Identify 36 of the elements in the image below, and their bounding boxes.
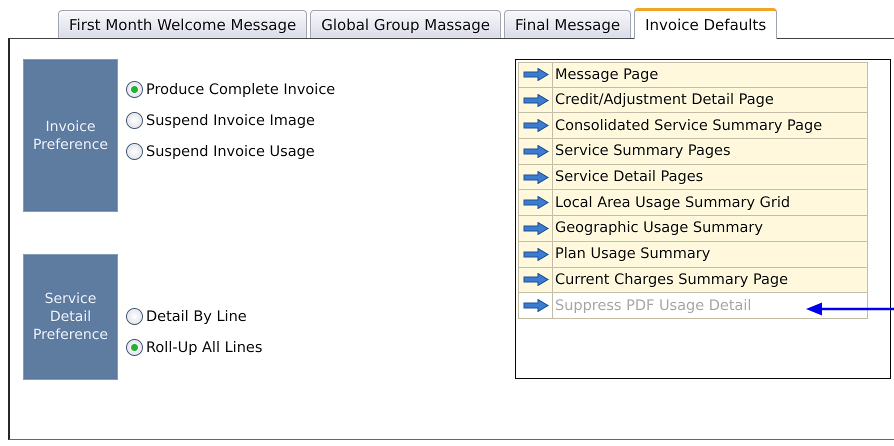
radio-option[interactable]: Detail By Line	[126, 308, 262, 325]
radio-button[interactable]	[126, 81, 143, 98]
radio-option[interactable]: Roll-Up All Lines	[126, 339, 262, 356]
page-item[interactable]: Consolidated Service Summary Page	[553, 113, 822, 138]
group-label: Invoice Preference	[23, 59, 118, 212]
tab[interactable]: Invoice Defaults	[634, 8, 778, 39]
page-item[interactable]: Message Page	[553, 63, 658, 87]
radio-button[interactable]	[126, 143, 143, 160]
radio-button[interactable]	[126, 112, 143, 129]
arrow-right-icon	[522, 144, 548, 158]
arrow-right-icon	[522, 248, 548, 261]
tab[interactable]: First Month Welcome Message	[58, 10, 308, 38]
arrow-right-icon	[522, 273, 548, 286]
arrow-right-icon	[522, 119, 548, 132]
page-item[interactable]: Plan Usage Summary	[553, 242, 710, 266]
page-item[interactable]: Credit/Adjustment Detail Page	[553, 88, 774, 112]
radio-option[interactable]: Suspend Invoice Usage	[126, 143, 336, 160]
page-item[interactable]: Local Area Usage Summary Grid	[553, 190, 790, 216]
radio-button[interactable]	[126, 339, 143, 356]
group-label: Service Detail Preference	[23, 254, 118, 380]
arrow-right-icon	[522, 170, 548, 184]
radio-option[interactable]: Produce Complete Invoice	[126, 81, 336, 98]
tab[interactable]: Final Message	[504, 10, 632, 38]
page-item[interactable]: Current Charges Summary Page	[553, 268, 788, 292]
radio-option[interactable]: Suspend Invoice Image	[126, 112, 336, 129]
arrow-right-icon	[522, 222, 548, 235]
arrow-right-icon	[522, 299, 548, 312]
radio-button[interactable]	[126, 308, 143, 325]
page-item[interactable]: Service Summary Pages	[553, 139, 731, 164]
arrow-right-icon	[522, 68, 548, 82]
page-item[interactable]: Geographic Usage Summary	[553, 216, 763, 241]
page-item: Suppress PDF Usage Detail	[554, 296, 752, 316]
arrow-right-icon	[522, 94, 548, 107]
arrow-right-icon	[522, 196, 548, 210]
page-item[interactable]: Service Detail Pages	[553, 164, 704, 190]
tab[interactable]: Global Group Massage	[310, 10, 502, 38]
